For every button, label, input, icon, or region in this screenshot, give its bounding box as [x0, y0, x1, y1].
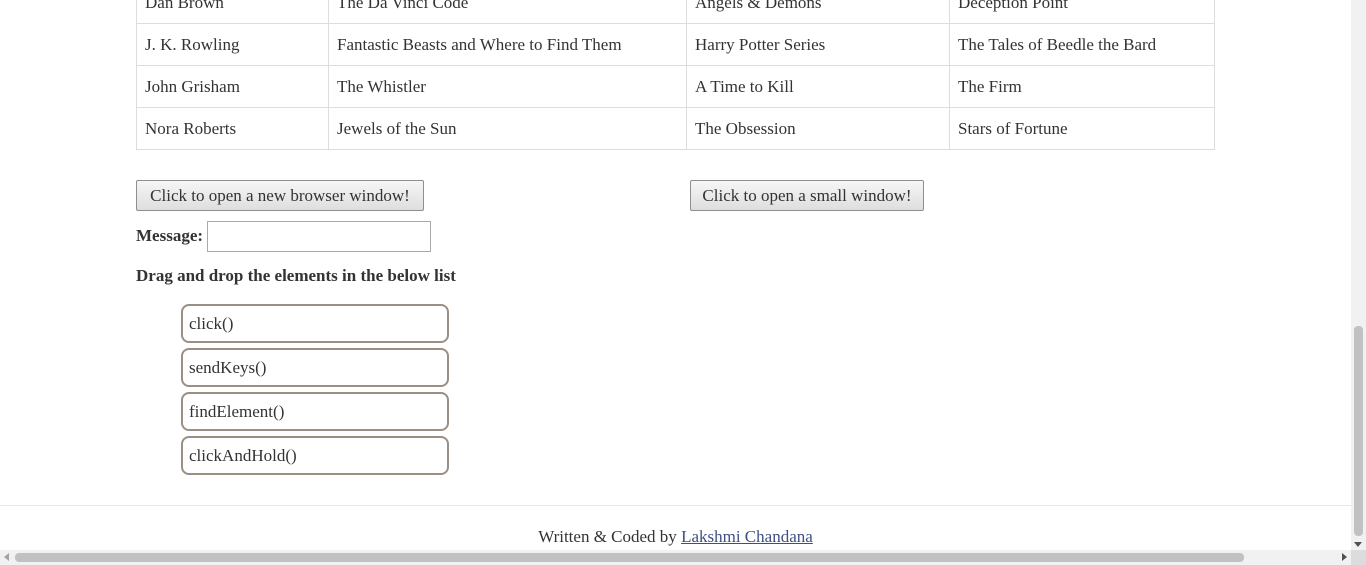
table-cell: J. K. Rowling — [136, 23, 329, 66]
table-cell: Jewels of the Sun — [328, 107, 687, 150]
draggable-item-click[interactable]: click() — [181, 304, 449, 343]
table-cell: Deception Point — [949, 0, 1215, 24]
table-cell: The Whistler — [328, 65, 687, 108]
table-row: Nora Roberts Jewels of the Sun The Obses… — [136, 107, 1215, 150]
vertical-scrollbar[interactable] — [1351, 0, 1366, 550]
table-row: Dan Brown The Da Vinci Code Angels & Dem… — [136, 0, 1215, 24]
table-cell: The Da Vinci Code — [328, 0, 687, 24]
draggable-item-findelement[interactable]: findElement() — [181, 392, 449, 431]
scroll-right-arrow-icon[interactable] — [1342, 553, 1347, 561]
table-cell: John Grisham — [136, 65, 329, 108]
open-small-window-button[interactable]: Click to open a small window! — [690, 180, 924, 211]
scrollbar-corner — [1351, 550, 1366, 565]
table-cell: A Time to Kill — [686, 65, 950, 108]
table-cell: The Obsession — [686, 107, 950, 150]
table-cell: Nora Roberts — [136, 107, 329, 150]
sortable-list: click() sendKeys() findElement() clickAn… — [181, 304, 449, 480]
author-link[interactable]: Lakshmi Chandana — [681, 527, 813, 546]
table-cell: Stars of Fortune — [949, 107, 1215, 150]
open-new-browser-window-button[interactable]: Click to open a new browser window! — [136, 180, 424, 211]
draggable-item-sendkeys[interactable]: sendKeys() — [181, 348, 449, 387]
message-label: Message: — [136, 226, 204, 245]
table-row: J. K. Rowling Fantastic Beasts and Where… — [136, 23, 1215, 66]
scroll-down-arrow-icon[interactable] — [1354, 542, 1362, 547]
footer: Written & Coded by Lakshmi Chandana — [0, 527, 1351, 547]
table-cell: Dan Brown — [136, 0, 329, 24]
table-cell: Harry Potter Series — [686, 23, 950, 66]
authors-books-table: Dan Brown The Da Vinci Code Angels & Dem… — [136, 0, 1215, 150]
footer-divider — [0, 505, 1351, 506]
table-cell: The Firm — [949, 65, 1215, 108]
horizontal-scrollbar-thumb[interactable] — [15, 553, 1244, 562]
horizontal-scrollbar[interactable] — [0, 550, 1351, 565]
message-input[interactable] — [207, 221, 431, 252]
footer-text: Written & Coded by — [538, 527, 682, 546]
page: Dan Brown The Da Vinci Code Angels & Dem… — [0, 0, 1351, 550]
table-cell: Angels & Demons — [686, 0, 950, 24]
drag-drop-title: Drag and drop the elements in the below … — [136, 266, 456, 285]
table-cell: Fantastic Beasts and Where to Find Them — [328, 23, 687, 66]
vertical-scrollbar-thumb[interactable] — [1354, 326, 1363, 536]
draggable-item-clickandhold[interactable]: clickAndHold() — [181, 436, 449, 475]
table-cell: The Tales of Beedle the Bard — [949, 23, 1215, 66]
table-row: John Grisham The Whistler A Time to Kill… — [136, 65, 1215, 108]
scroll-left-arrow-icon[interactable] — [4, 553, 9, 561]
